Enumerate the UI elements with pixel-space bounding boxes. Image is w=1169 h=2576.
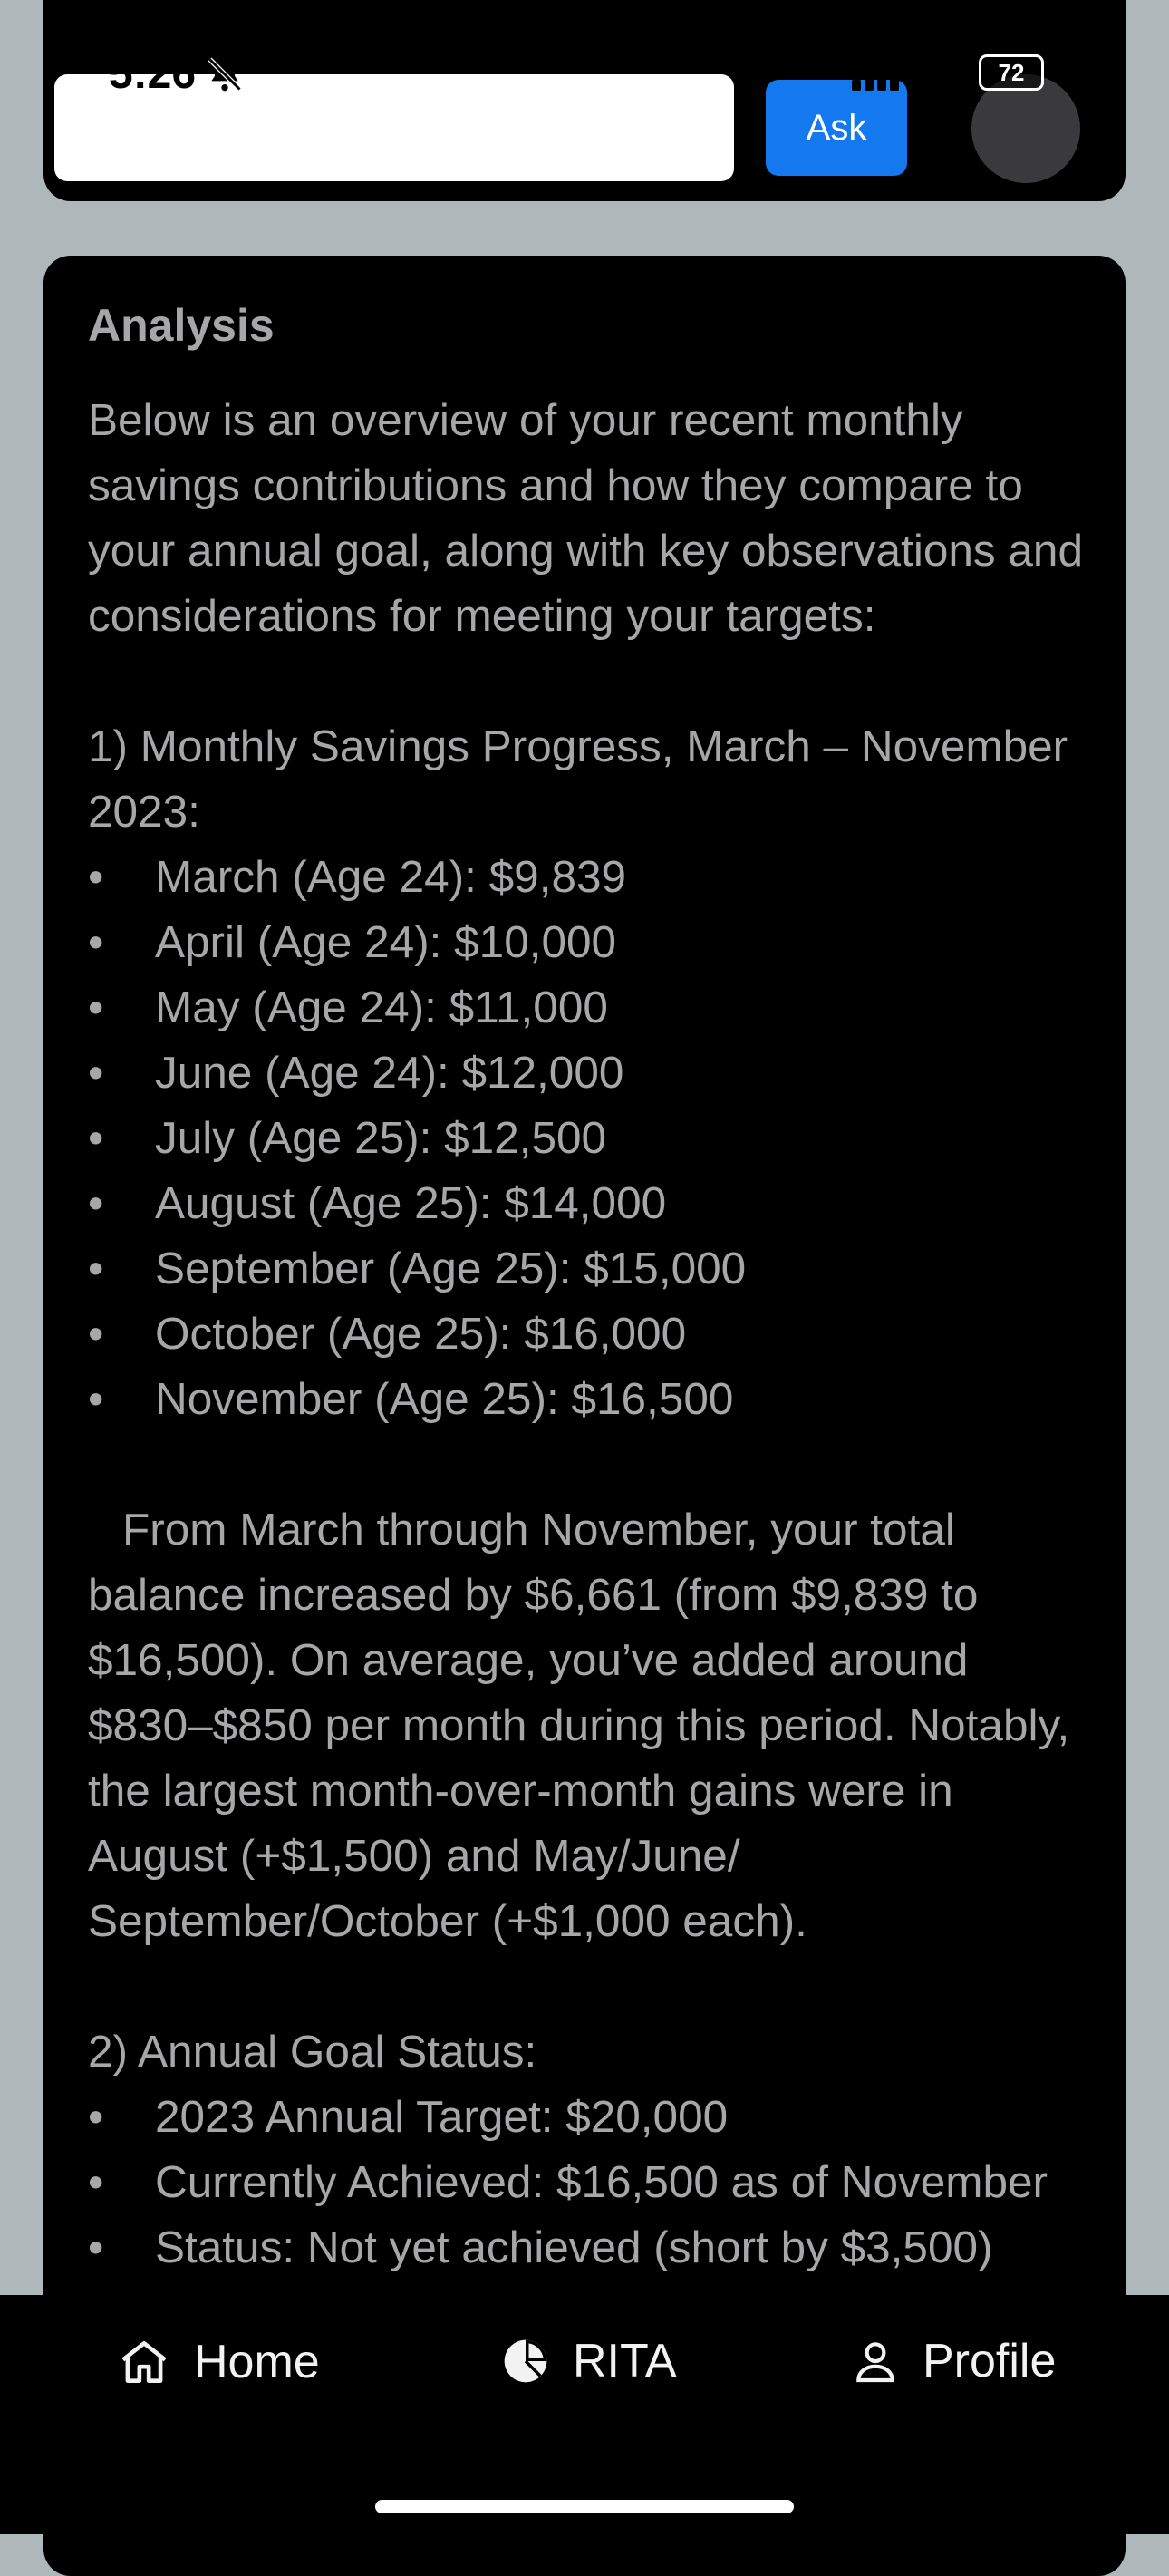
nav-profile-label: Profile bbox=[923, 2335, 1057, 2387]
section1-heading: 1) Monthly Savings Progress, March – Nov… bbox=[88, 721, 1068, 837]
list-item: April (Age 24): $10,000 bbox=[88, 910, 1094, 975]
wifi-icon bbox=[921, 57, 961, 85]
list-item: November (Age 25): $16,500 bbox=[88, 1367, 1094, 1432]
ask-button-label: Ask bbox=[806, 107, 867, 148]
analysis-title: Analysis bbox=[88, 300, 275, 351]
cellular-signal-icon bbox=[852, 54, 899, 91]
home-icon bbox=[121, 2341, 167, 2383]
battery-icon: 72 bbox=[979, 54, 1044, 91]
list-item: July (Age 25): $12,500 bbox=[88, 1106, 1094, 1171]
avatar[interactable] bbox=[971, 74, 1080, 183]
list-item: June (Age 24): $12,000 bbox=[88, 1041, 1094, 1106]
status-time: 5:26 bbox=[109, 49, 245, 99]
nav-home[interactable]: Home bbox=[116, 2334, 320, 2390]
nav-profile[interactable]: Profile bbox=[850, 2334, 1056, 2388]
status-time-label: 5:26 bbox=[109, 50, 197, 98]
ask-button[interactable]: Ask bbox=[766, 80, 907, 176]
person-icon bbox=[856, 2342, 894, 2383]
bell-slash-icon bbox=[208, 57, 242, 91]
pie-chart-icon bbox=[504, 2339, 547, 2383]
nav-rita-label: RITA bbox=[573, 2335, 677, 2387]
list-item: October (Age 25): $16,000 bbox=[88, 1302, 1094, 1367]
intro-text: Below is an overview of your recent mont… bbox=[88, 395, 1083, 641]
list-item: Currently Achieved: $16,500 as of Novemb… bbox=[88, 2150, 1094, 2215]
nav-home-label: Home bbox=[194, 2336, 320, 2388]
analysis-content: Below is an overview of your recent mont… bbox=[88, 388, 1094, 2281]
list-item: Status: Not yet achieved (short by $3,50… bbox=[88, 2215, 1094, 2281]
home-indicator[interactable] bbox=[375, 2500, 794, 2513]
list-item: September (Age 25): $15,000 bbox=[88, 1236, 1094, 1302]
section2-heading: 2) Annual Goal Status: bbox=[88, 2027, 537, 2077]
battery-level: 72 bbox=[998, 58, 1025, 86]
list-item: May (Age 24): $11,000 bbox=[88, 975, 1094, 1041]
list-item: August (Age 25): $14,000 bbox=[88, 1171, 1094, 1236]
nav-rita[interactable]: RITA bbox=[500, 2334, 677, 2388]
status-icons: 72 bbox=[852, 54, 1044, 91]
summary-text: From March through November, your total … bbox=[88, 1505, 1070, 1946]
list-item: March (Age 24): $9,839 bbox=[88, 845, 1094, 910]
bottom-nav bbox=[0, 2295, 1169, 2534]
list-item: 2023 Annual Target: $20,000 bbox=[88, 2085, 1094, 2150]
